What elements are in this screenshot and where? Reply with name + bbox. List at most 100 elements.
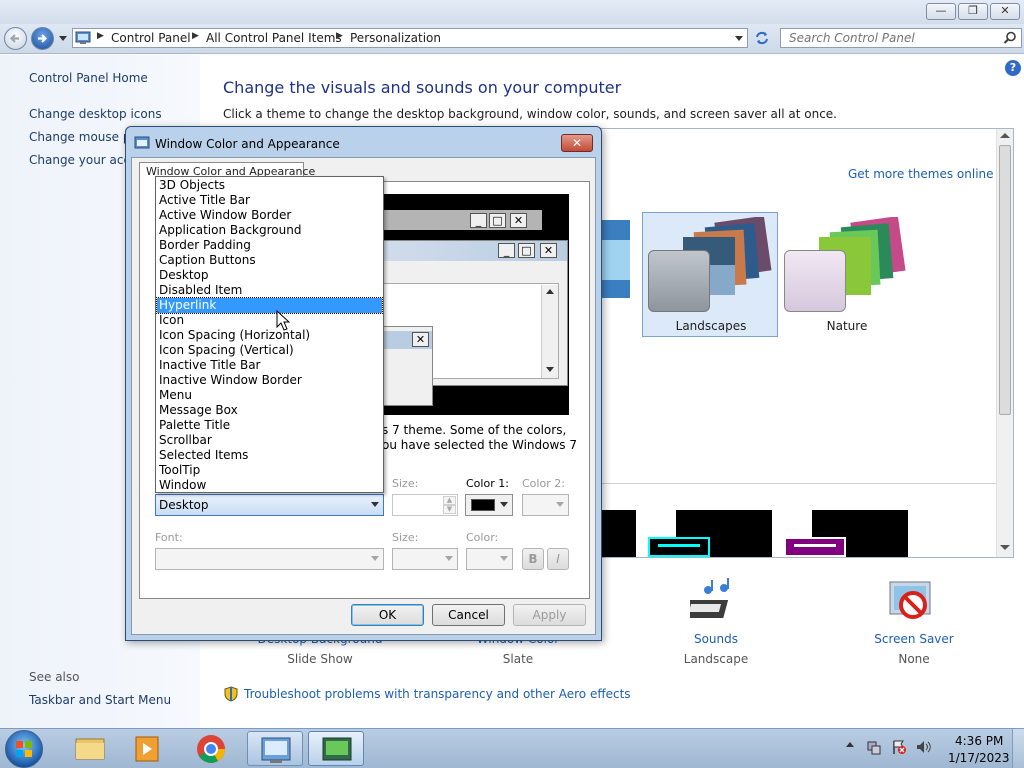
item-combobox-value: Desktop (159, 498, 209, 512)
get-more-themes-link[interactable]: Get more themes online (848, 167, 994, 181)
preview-minimize-icon: _ (498, 243, 515, 258)
item-option[interactable]: Desktop (157, 268, 382, 283)
dialog-close-button[interactable]: ✕ (561, 134, 593, 152)
control-panel-icon (261, 737, 291, 763)
sounds-link[interactable]: Sounds (626, 632, 806, 646)
spin-up-icon[interactable]: ▲ (443, 496, 456, 505)
color1-picker[interactable] (465, 494, 513, 516)
preview-close-icon: ✕ (540, 243, 557, 258)
item-option[interactable]: Icon Spacing (Horizontal) (157, 328, 382, 343)
see-also-heading: See also (29, 670, 80, 684)
network-icon[interactable] (866, 739, 882, 755)
item-option[interactable]: Application Background (157, 223, 382, 238)
scroll-down-icon[interactable] (1000, 545, 1010, 550)
change-mouse-pointers-link[interactable]: Change mouse po (29, 130, 138, 144)
item-size-spinner[interactable]: ▲ ▼ (392, 494, 458, 516)
clock-date[interactable]: 1/17/2023 (948, 751, 1010, 765)
action-center-icon[interactable] (891, 739, 907, 755)
close-button[interactable]: ✕ (990, 3, 1020, 20)
item-option[interactable]: Border Padding (157, 238, 382, 253)
refresh-icon[interactable] (754, 30, 770, 46)
partial-theme-thumbnail[interactable] (602, 220, 630, 298)
change-desktop-icons-link[interactable]: Change desktop icons (29, 107, 162, 121)
taskbar-start-menu-link[interactable]: Taskbar and Start Menu (29, 693, 171, 707)
item-option[interactable]: Menu (157, 388, 382, 403)
spin-down-icon[interactable]: ▼ (443, 505, 456, 514)
cancel-button[interactable]: Cancel (432, 604, 505, 626)
scroll-thumb[interactable] (999, 145, 1011, 415)
screen-saver-link[interactable]: Screen Saver (824, 632, 1004, 646)
theme-landscapes[interactable]: Landscapes (642, 212, 778, 337)
theme-label: Landscapes (675, 319, 747, 333)
page-title: Change the visuals and sounds on your co… (223, 78, 622, 97)
item-option[interactable]: Window (157, 478, 382, 493)
item-option[interactable]: 3D Objects (157, 178, 382, 193)
taskbar-personalization[interactable] (308, 731, 364, 766)
taskbar-explorer[interactable] (62, 731, 118, 766)
item-option[interactable]: Inactive Window Border (157, 373, 382, 388)
search-icon[interactable] (1003, 31, 1017, 45)
preview-active-window: _ □ ✕ ✕ (382, 240, 568, 406)
font-color-label: Color: (466, 531, 499, 544)
ok-button[interactable]: OK (351, 604, 424, 626)
theme-section-divider (602, 483, 996, 484)
item-dropdown-list[interactable]: 3D Objects Active Title Bar Active Window … (155, 176, 384, 493)
clock-time[interactable]: 4:36 PM (955, 734, 1003, 748)
item-option[interactable]: Icon (157, 313, 382, 328)
font-label: Font: (155, 531, 183, 544)
font-size-combobox[interactable] (392, 548, 458, 570)
nature-color-swatch (784, 250, 846, 312)
mouse-cursor-icon (276, 310, 290, 331)
apply-button[interactable]: Apply (513, 604, 586, 626)
font-combobox[interactable] (155, 548, 384, 570)
recent-pages-dropdown-icon[interactable] (59, 36, 67, 41)
show-desktop-button[interactable] (1012, 729, 1024, 768)
font-color-picker[interactable] (466, 548, 513, 570)
item-option[interactable]: Active Window Border (157, 208, 382, 223)
high-contrast-theme-1[interactable] (602, 510, 636, 557)
change-account-picture-link[interactable]: Change your acco (29, 153, 137, 167)
forward-button[interactable] (31, 27, 54, 50)
breadcrumb-control-panel[interactable]: Control Panel (111, 31, 191, 45)
color2-picker[interactable] (522, 494, 569, 516)
item-option[interactable]: Icon Spacing (Vertical) (157, 343, 382, 358)
search-input[interactable] (781, 29, 991, 47)
taskbar-chrome[interactable] (183, 731, 239, 766)
item-option[interactable]: Selected Items (157, 448, 382, 463)
item-option[interactable]: Caption Buttons (157, 253, 382, 268)
breadcrumb-all-items[interactable]: All Control Panel Items (206, 31, 342, 45)
minimize-button[interactable]: — (926, 3, 956, 20)
restore-button[interactable]: ❐ (958, 3, 988, 20)
dropdown-arrow-icon (500, 556, 508, 561)
theme-gallery-scrollbar[interactable] (996, 129, 1013, 557)
back-button[interactable] (4, 27, 27, 50)
address-dropdown-icon[interactable] (735, 36, 743, 41)
troubleshoot-link[interactable]: Troubleshoot problems with transparency … (244, 687, 631, 701)
item-option[interactable]: Message Box (157, 403, 382, 418)
item-option[interactable]: Palette Title (157, 418, 382, 433)
sounds-icon[interactable] (690, 578, 742, 628)
breadcrumb-personalization[interactable]: Personalization (350, 31, 441, 45)
control-panel-home-link[interactable]: Control Panel Home (29, 71, 148, 85)
screen-saver-icon[interactable] (888, 578, 938, 628)
taskbar-media-player[interactable] (120, 731, 176, 766)
help-icon[interactable]: ? (1005, 60, 1021, 76)
item-option[interactable]: Disabled Item (157, 283, 382, 298)
item-option[interactable]: Hyperlink (156, 297, 383, 314)
search-box[interactable] (780, 28, 1022, 48)
taskbar-control-panel[interactable] (247, 731, 303, 766)
item-option[interactable]: ToolTip (157, 463, 382, 478)
chrome-icon (197, 735, 225, 763)
bold-button[interactable]: B (522, 548, 544, 570)
italic-button[interactable]: I (547, 548, 569, 570)
item-option[interactable]: Scrollbar (157, 433, 382, 448)
scroll-up-icon[interactable] (1000, 133, 1010, 138)
item-combobox[interactable]: Desktop (155, 494, 384, 516)
item-option[interactable]: Inactive Title Bar (157, 358, 382, 373)
start-button[interactable] (5, 730, 43, 768)
theme-nature[interactable]: Nature (778, 212, 914, 337)
color1-label: Color 1: (466, 477, 509, 490)
item-option[interactable]: Active Title Bar (157, 193, 382, 208)
show-hidden-icons[interactable] (846, 742, 854, 747)
volume-icon[interactable] (915, 739, 931, 755)
